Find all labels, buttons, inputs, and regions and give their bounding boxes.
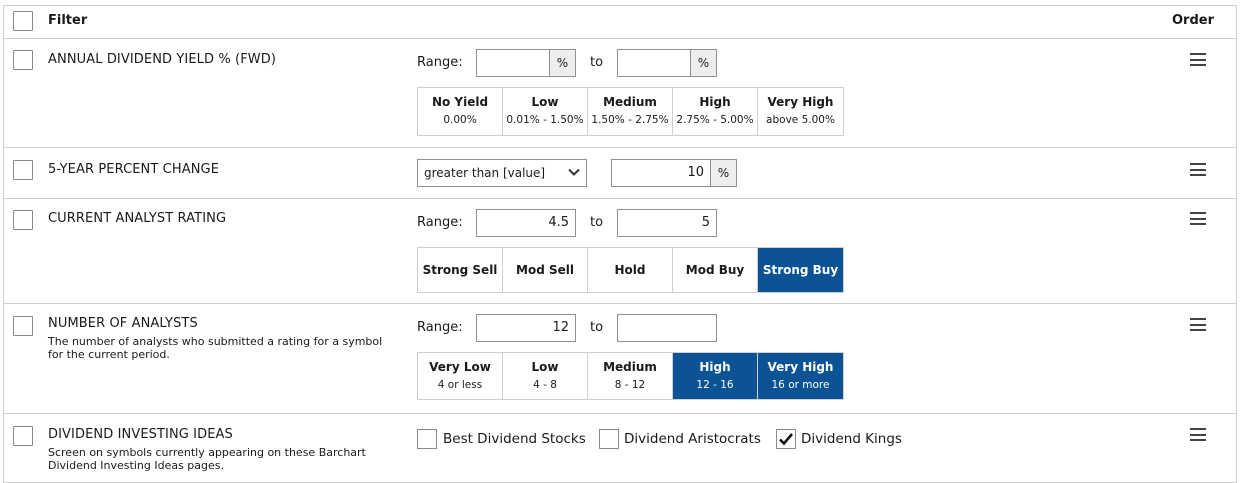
dividend-yield-from-input[interactable] bbox=[476, 49, 550, 77]
order-header: Order bbox=[1172, 13, 1214, 28]
analyst-rating-row: CURRENT ANALYST RATING Range: 4.5 to 5 S… bbox=[4, 199, 1236, 304]
analyst-rating-title: CURRENT ANALYST RATING bbox=[48, 211, 227, 226]
header-row: Filter Order bbox=[4, 6, 1236, 39]
hamburger-icon[interactable] bbox=[1190, 212, 1206, 225]
rating-option-mod-sell[interactable]: Mod Sell bbox=[503, 248, 588, 292]
number-of-analysts-to-label: to bbox=[590, 320, 604, 335]
screener-filter-table: Filter Order ANNUAL DIVIDEND YIELD % (FW… bbox=[3, 5, 1237, 483]
dividend-yield-row: ANNUAL DIVIDEND YIELD % (FWD) Range: % t… bbox=[4, 39, 1236, 148]
analyst-rating-range-label: Range: bbox=[417, 215, 463, 230]
five-year-change-title: 5-YEAR PERCENT CHANGE bbox=[48, 162, 220, 177]
hamburger-icon[interactable] bbox=[1190, 53, 1206, 66]
number-of-analysts-checkbox[interactable] bbox=[13, 316, 33, 336]
best-dividend-stocks-checkbox[interactable] bbox=[417, 429, 437, 449]
five-year-change-row: 5-YEAR PERCENT CHANGE greater than [valu… bbox=[4, 148, 1236, 199]
rating-option-hold[interactable]: Hold bbox=[588, 248, 673, 292]
filter-header: Filter bbox=[48, 13, 88, 28]
investing-ideas-title: DIVIDEND INVESTING IDEAS bbox=[48, 427, 233, 442]
dividend-yield-to-label: to bbox=[590, 55, 604, 70]
dividend-yield-to-input[interactable] bbox=[617, 49, 691, 77]
analyst-rating-from-input[interactable]: 4.5 bbox=[476, 209, 576, 237]
yield-option-no-yield[interactable]: No Yield 0.00% bbox=[418, 88, 503, 135]
five-year-change-unit: % bbox=[711, 159, 737, 187]
yield-option-high[interactable]: High 2.75% - 5.00% bbox=[673, 88, 758, 135]
hamburger-icon[interactable] bbox=[1190, 163, 1206, 176]
dividend-aristocrats-checkbox[interactable] bbox=[599, 429, 619, 449]
analyst-rating-to-label: to bbox=[590, 215, 604, 230]
analysts-option-medium[interactable]: Medium 8 - 12 bbox=[588, 353, 673, 399]
five-year-change-checkbox[interactable] bbox=[13, 160, 33, 180]
yield-option-low[interactable]: Low 0.01% - 1.50% bbox=[503, 88, 588, 135]
dividend-yield-checkbox[interactable] bbox=[13, 50, 33, 70]
analyst-rating-segments: Strong Sell Mod Sell Hold Mod Buy Strong… bbox=[417, 247, 844, 293]
yield-option-medium[interactable]: Medium 1.50% - 2.75% bbox=[588, 88, 673, 135]
analysts-option-low[interactable]: Low 4 - 8 bbox=[503, 353, 588, 399]
five-year-change-value-input[interactable]: 10 bbox=[611, 159, 711, 187]
dividend-aristocrats-label: Dividend Aristocrats bbox=[624, 431, 761, 447]
hamburger-icon[interactable] bbox=[1190, 318, 1206, 331]
hamburger-icon[interactable] bbox=[1190, 428, 1206, 441]
yield-option-very-high[interactable]: Very High above 5.00% bbox=[758, 88, 843, 135]
number-of-analysts-from-input[interactable]: 12 bbox=[476, 314, 576, 342]
operator-select-value: greater than [value] bbox=[424, 166, 546, 180]
dividend-yield-range-label: Range: bbox=[417, 55, 463, 70]
dividend-kings-checkbox[interactable] bbox=[776, 429, 796, 449]
checkmark-icon bbox=[779, 433, 793, 446]
number-of-analysts-range-label: Range: bbox=[417, 320, 463, 335]
analysts-option-high[interactable]: High 12 - 16 bbox=[673, 353, 758, 399]
number-of-analysts-to-input[interactable] bbox=[617, 314, 717, 342]
analysts-option-very-high[interactable]: Very High 16 or more bbox=[758, 353, 843, 399]
rating-option-mod-buy[interactable]: Mod Buy bbox=[673, 248, 758, 292]
number-of-analysts-title: NUMBER OF ANALYSTS bbox=[48, 316, 198, 331]
best-dividend-stocks-label: Best Dividend Stocks bbox=[443, 431, 586, 447]
rating-option-strong-sell[interactable]: Strong Sell bbox=[418, 248, 503, 292]
dividend-yield-title: ANNUAL DIVIDEND YIELD % (FWD) bbox=[48, 52, 277, 67]
analysts-option-very-low[interactable]: Very Low 4 or less bbox=[418, 353, 503, 399]
investing-ideas-row: DIVIDEND INVESTING IDEAS Screen on symbo… bbox=[4, 414, 1236, 483]
dividend-yield-segments: No Yield 0.00% Low 0.01% - 1.50% Medium 1.5… bbox=[417, 87, 844, 136]
number-of-analysts-row: NUMBER OF ANALYSTS The number of analyst… bbox=[4, 304, 1236, 414]
chevron-down-icon bbox=[568, 168, 580, 176]
dividend-yield-from-unit: % bbox=[550, 49, 576, 77]
rating-option-strong-buy[interactable]: Strong Buy bbox=[758, 248, 843, 292]
dividend-kings-label: Dividend Kings bbox=[801, 431, 902, 447]
number-of-analysts-segments: Very Low 4 or less Low 4 - 8 Medium 8 - 12 … bbox=[417, 352, 844, 400]
analyst-rating-to-input[interactable]: 5 bbox=[617, 209, 717, 237]
analyst-rating-checkbox[interactable] bbox=[13, 210, 33, 230]
investing-ideas-checkbox[interactable] bbox=[13, 426, 33, 446]
investing-ideas-description: Screen on symbols currently appearing on… bbox=[48, 446, 366, 472]
number-of-analysts-description: The number of analysts who submitted a r… bbox=[48, 335, 383, 361]
five-year-change-operator-select[interactable]: greater than [value] bbox=[417, 159, 587, 187]
dividend-yield-to-unit: % bbox=[691, 49, 717, 77]
select-all-checkbox[interactable] bbox=[13, 11, 33, 31]
